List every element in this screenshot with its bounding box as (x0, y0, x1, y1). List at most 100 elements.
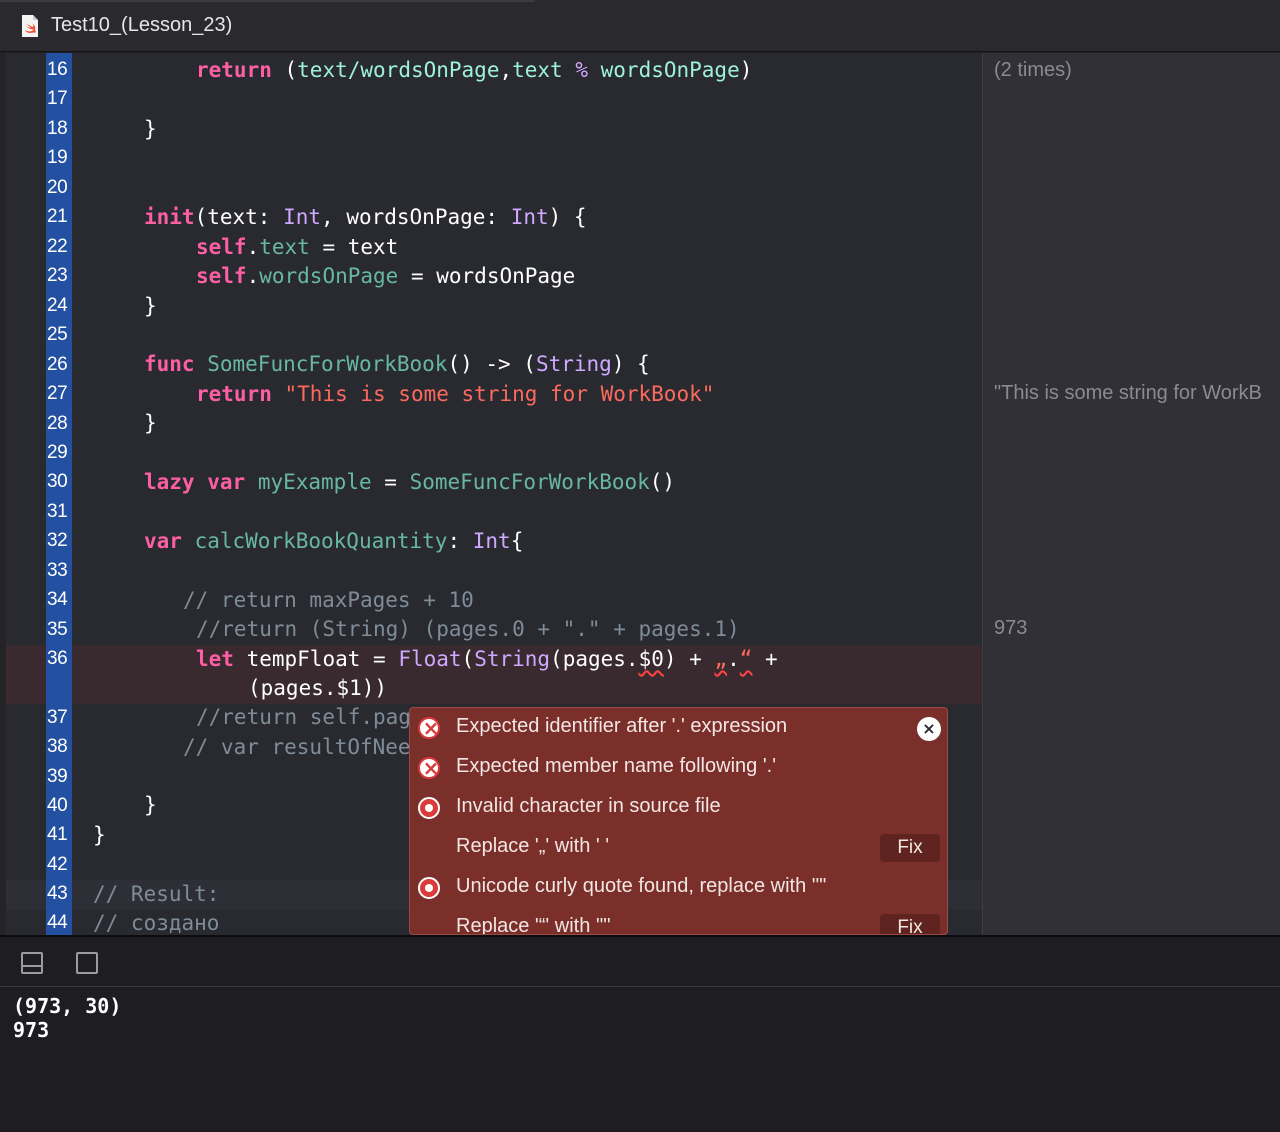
string-literal: "This is some string for WorkBook" (284, 382, 715, 406)
code-line-38[interactable]: // var resultOfNee (183, 735, 411, 759)
line-number[interactable]: 39 (47, 766, 71, 788)
type-token: Int (283, 205, 322, 229)
line-number[interactable]: 40 (47, 795, 71, 817)
code-token: = (371, 470, 410, 494)
code-line-24[interactable]: } (144, 294, 157, 318)
line-number[interactable]: 42 (47, 854, 71, 876)
issue-row[interactable]: Expected identifier after '.' expression… (410, 708, 947, 748)
code-token: . (246, 235, 260, 259)
console-line: (973, 30) (13, 994, 122, 1018)
close-button[interactable]: × (917, 717, 941, 741)
line-number[interactable]: 28 (47, 413, 71, 435)
code-token: ) + (663, 647, 715, 671)
code-token: ) { (548, 205, 587, 229)
type-token: Float (398, 647, 462, 671)
line-number[interactable]: 18 (47, 118, 71, 140)
line-number[interactable]: 30 (47, 471, 71, 493)
tab-indicator (0, 0, 535, 2)
line-number[interactable]: 44 (47, 912, 71, 934)
issue-message: Expected identifier after '.' expression (456, 715, 788, 737)
line-number[interactable]: 17 (47, 88, 71, 110)
keyword: return (196, 382, 272, 406)
toggle-results-icon[interactable] (76, 952, 98, 974)
fix-row[interactable]: Replace '“' with '"' Fix (410, 908, 947, 934)
property-token: text (259, 235, 310, 259)
line-number[interactable]: 29 (47, 442, 71, 464)
issue-row[interactable]: Expected member name following '.' (410, 748, 947, 788)
issue-row[interactable]: Invalid character in source file (410, 788, 947, 828)
code-line-23[interactable]: self.wordsOnPage = wordsOnPage (196, 264, 575, 288)
code-line-35[interactable]: //return (String) (pages.0 + "." + pages… (196, 617, 740, 641)
line-number[interactable]: 25 (47, 324, 71, 346)
code-line-30[interactable]: lazy var myExample = SomeFuncForWorkBook… (144, 470, 675, 494)
code-line-32[interactable]: var calcWorkBookQuantity: Int{ (144, 529, 523, 553)
code-line-41[interactable]: } (93, 823, 106, 847)
code-line-27[interactable]: return "This is some string for WorkBook… (196, 382, 714, 406)
line-number[interactable]: 27 (47, 383, 71, 405)
code-line-28[interactable]: } (144, 411, 157, 435)
code-line-21[interactable]: init(text: Int, wordsOnPage: Int) { (144, 205, 587, 229)
hide-debug-area-icon[interactable] (21, 952, 43, 974)
code-line-34[interactable]: // return maxPages + 10 (183, 588, 474, 612)
issue-row[interactable]: Unicode curly quote found, replace with … (410, 868, 947, 908)
code-line-37[interactable]: //return self.pag (196, 705, 411, 729)
code-token: wordsOnPage (360, 58, 500, 82)
keyword: lazy (144, 470, 195, 494)
line-number[interactable]: 36 (47, 648, 71, 670)
line-number[interactable]: 16 (47, 59, 71, 81)
editor-margin (0, 53, 6, 935)
code-line-36[interactable]: let tempFloat = Float(String(pages.$0) +… (196, 647, 778, 671)
code-line-18[interactable]: } (144, 117, 157, 141)
type-token: String (535, 352, 612, 376)
line-number[interactable]: 33 (47, 560, 71, 582)
code-line-16[interactable]: return (text/wordsOnPage,text % wordsOnP… (196, 58, 752, 82)
property-token: calcWorkBookQuantity (194, 529, 448, 553)
code-token: . (246, 264, 260, 288)
code-token: wordsOnPage (600, 58, 740, 82)
code-token: { (510, 529, 524, 553)
code-line-40[interactable]: } (144, 793, 157, 817)
line-number[interactable]: 32 (47, 530, 71, 552)
keyword: init (144, 205, 195, 229)
code-token: ( (271, 58, 298, 82)
line-number[interactable]: 34 (47, 589, 71, 611)
fix-row[interactable]: Replace '„' with ' ' Fix (410, 828, 947, 868)
line-number[interactable]: 26 (47, 354, 71, 376)
error-stop-icon (418, 877, 440, 899)
line-number[interactable]: 24 (47, 295, 71, 317)
code-line-43[interactable]: // Result: (93, 882, 219, 906)
line-number[interactable]: 21 (47, 206, 71, 228)
code-line-44[interactable]: // создано (93, 911, 219, 935)
line-number[interactable]: 38 (47, 736, 71, 758)
line-number[interactable]: 35 (47, 619, 71, 641)
results-sidebar[interactable]: (2 times) "This is some string for WorkB… (982, 53, 1280, 935)
function-name: SomeFuncForWorkBook (409, 470, 650, 494)
line-number[interactable]: 20 (47, 177, 71, 199)
code-token: , (499, 58, 513, 82)
fix-button[interactable]: Fix (880, 914, 940, 934)
code-token: () -> ( (447, 352, 536, 376)
fix-button[interactable]: Fix (880, 834, 940, 862)
keyword: var (207, 470, 246, 494)
line-number[interactable]: 37 (47, 707, 71, 729)
line-number[interactable]: 22 (47, 236, 71, 258)
result-line-16[interactable]: (2 times) (994, 59, 1072, 82)
console-line: 973 (13, 1018, 50, 1042)
issue-message: Expected member name following '.' (456, 755, 777, 777)
line-number[interactable]: 23 (47, 265, 71, 287)
code-line-22[interactable]: self.text = text (196, 235, 398, 259)
result-line-27[interactable]: "This is some string for WorkB (994, 382, 1262, 405)
line-number[interactable]: 41 (47, 824, 71, 846)
line-number[interactable]: 31 (47, 501, 71, 523)
line-number[interactable]: 19 (47, 147, 71, 169)
console-output[interactable]: (973, 30) 973 (0, 987, 1280, 1132)
code-token: text (512, 58, 563, 82)
keyword: return (196, 58, 272, 82)
result-line-35[interactable]: 973 (994, 617, 1027, 640)
code-line-26[interactable]: func SomeFuncForWorkBook() -> (String) { (144, 352, 650, 376)
code-line-36-wrap[interactable]: (pages.$1)) (248, 676, 387, 700)
line-number[interactable]: 43 (47, 883, 71, 905)
